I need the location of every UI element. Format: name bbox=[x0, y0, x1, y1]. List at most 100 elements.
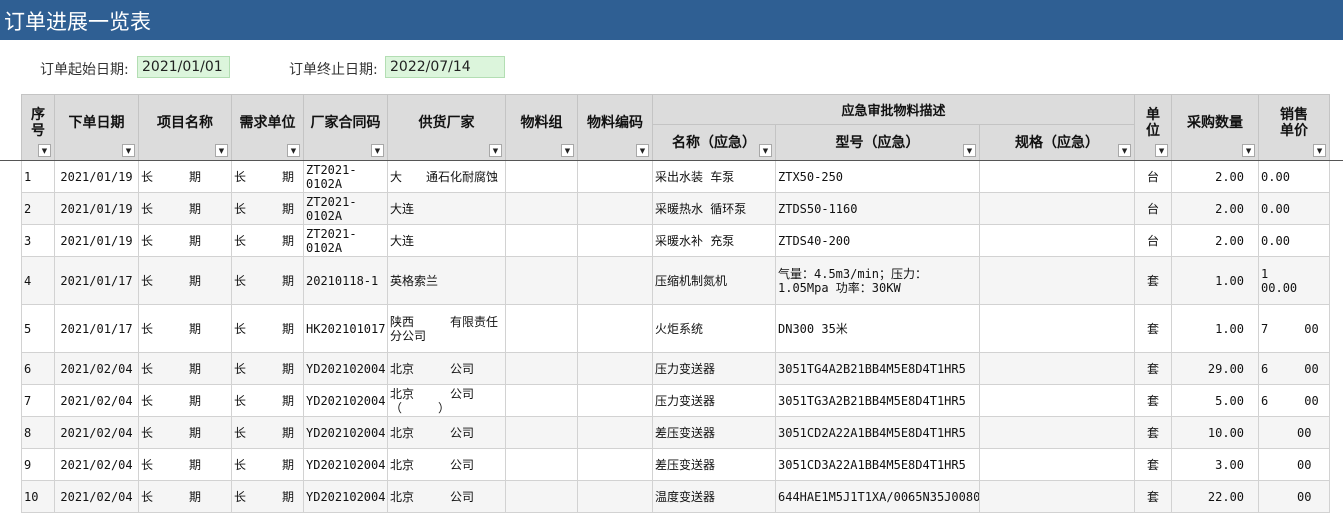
cell-contract[interactable]: YD202102004 bbox=[303, 480, 388, 513]
cell-seq[interactable]: 5 bbox=[21, 304, 55, 353]
cell-spec[interactable] bbox=[978, 480, 1136, 513]
cell-material-code[interactable] bbox=[577, 304, 653, 353]
cell-seq[interactable]: 6 bbox=[21, 352, 55, 385]
cell-name[interactable]: 差压变送器 bbox=[652, 448, 776, 481]
filter-dropdown-icon[interactable]: ▼ bbox=[963, 144, 976, 157]
cell-order-date[interactable]: 2021/01/17 bbox=[54, 256, 139, 305]
cell-order-date[interactable]: 2021/02/04 bbox=[54, 480, 139, 513]
cell-order-date[interactable]: 2021/01/19 bbox=[54, 224, 139, 257]
cell-model[interactable]: ZTDS50-1160 bbox=[775, 192, 980, 225]
cell-contract[interactable]: ZT2021-0102A bbox=[303, 160, 388, 193]
table-row[interactable]: 3 2021/01/19 长 期长 期 ZT2021-0102A 大连 采暖水补 充泵 ZT… bbox=[21, 224, 1331, 257]
table-row[interactable]: 2 2021/01/19 长 期长 期 ZT2021-0102A 大连 采暖热水 循环泵 Z… bbox=[21, 192, 1331, 225]
cell-price[interactable]: 6 00 bbox=[1258, 352, 1331, 385]
cell-material-code[interactable] bbox=[577, 384, 653, 417]
cell-unit[interactable]: 套 bbox=[1134, 416, 1173, 449]
cell-project[interactable]: 长 期 bbox=[138, 480, 232, 513]
cell-project[interactable]: 长 期 bbox=[138, 256, 232, 305]
cell-seq[interactable]: 7 bbox=[21, 384, 55, 417]
cell-order-date[interactable]: 2021/01/17 bbox=[54, 304, 139, 353]
cell-material-group[interactable] bbox=[505, 160, 578, 193]
cell-name[interactable]: 火炬系统 bbox=[652, 304, 776, 353]
cell-dept[interactable]: 长 期 bbox=[231, 160, 304, 193]
filter-dropdown-icon[interactable]: ▼ bbox=[287, 144, 300, 157]
cell-spec[interactable] bbox=[978, 352, 1136, 385]
cell-quantity[interactable]: 5.00 bbox=[1171, 384, 1260, 417]
filter-dropdown-icon[interactable]: ▼ bbox=[1155, 144, 1169, 157]
cell-project[interactable]: 长 期 bbox=[138, 192, 232, 225]
cell-supplier[interactable]: 北京 公司 bbox=[387, 448, 506, 481]
cell-dept[interactable]: 长 期 bbox=[231, 384, 304, 417]
table-row[interactable]: 7 2021/02/04 长 期长 期 YD202102004 北京 公司（ ）压力变送… bbox=[21, 384, 1331, 417]
cell-contract[interactable]: ZT2021-0102A bbox=[303, 224, 388, 257]
cell-material-code[interactable] bbox=[577, 416, 653, 449]
cell-supplier[interactable]: 英格索兰 bbox=[387, 256, 506, 305]
cell-price[interactable]: 00 bbox=[1258, 416, 1331, 449]
cell-model[interactable]: 3051CD2A22A1BB4M5E8D4T1HR5 bbox=[775, 416, 980, 449]
cell-unit[interactable]: 套 bbox=[1134, 352, 1173, 385]
cell-name[interactable]: 压力变送器 bbox=[652, 384, 776, 417]
cell-seq[interactable]: 3 bbox=[21, 224, 55, 257]
cell-material-code[interactable] bbox=[577, 480, 653, 513]
filter-dropdown-icon[interactable]: ▼ bbox=[489, 144, 502, 157]
cell-order-date[interactable]: 2021/02/04 bbox=[54, 352, 139, 385]
cell-material-code[interactable] bbox=[577, 256, 653, 305]
cell-material-code[interactable] bbox=[577, 192, 653, 225]
filter-dropdown-icon[interactable]: ▼ bbox=[38, 144, 51, 157]
table-row[interactable]: 1 2021/01/19 长 期长 期 ZT2021-0102A 大 通石化耐腐蚀 采出水… bbox=[21, 160, 1331, 193]
cell-price[interactable]: 7 00 bbox=[1258, 304, 1331, 353]
cell-unit[interactable]: 套 bbox=[1134, 304, 1173, 353]
cell-model[interactable]: 气量：4.5m3/min；压力：1.05Mpa 功率：30KW bbox=[775, 256, 980, 305]
cell-seq[interactable]: 8 bbox=[21, 416, 55, 449]
cell-contract[interactable]: YD202102004 bbox=[303, 352, 388, 385]
cell-dept[interactable]: 长 期 bbox=[231, 256, 304, 305]
cell-dept[interactable]: 长 期 bbox=[231, 192, 304, 225]
cell-order-date[interactable]: 2021/02/04 bbox=[54, 448, 139, 481]
cell-material-code[interactable] bbox=[577, 224, 653, 257]
cell-name[interactable]: 压力变送器 bbox=[652, 352, 776, 385]
cell-material-group[interactable] bbox=[505, 192, 578, 225]
cell-spec[interactable] bbox=[978, 256, 1136, 305]
filter-dropdown-icon[interactable]: ▼ bbox=[1313, 144, 1327, 157]
cell-order-date[interactable]: 2021/01/19 bbox=[54, 192, 139, 225]
cell-quantity[interactable]: 2.00 bbox=[1171, 224, 1260, 257]
cell-project[interactable]: 长 期 bbox=[138, 448, 232, 481]
cell-spec[interactable] bbox=[978, 160, 1136, 193]
cell-name[interactable]: 采出水装 车泵 bbox=[652, 160, 776, 193]
cell-contract[interactable]: YD202102004 bbox=[303, 384, 388, 417]
cell-order-date[interactable]: 2021/02/04 bbox=[54, 384, 139, 417]
cell-material-group[interactable] bbox=[505, 224, 578, 257]
cell-supplier[interactable]: 北京 公司（ ） bbox=[387, 384, 506, 417]
cell-seq[interactable]: 10 bbox=[21, 480, 55, 513]
cell-unit[interactable]: 台 bbox=[1134, 160, 1173, 193]
cell-price[interactable]: 1 00.00 bbox=[1258, 256, 1331, 305]
cell-price[interactable]: 00 bbox=[1258, 448, 1331, 481]
cell-unit[interactable]: 台 bbox=[1134, 224, 1173, 257]
cell-dept[interactable]: 长 期 bbox=[231, 416, 304, 449]
cell-price[interactable]: 0.00 bbox=[1258, 224, 1331, 257]
cell-quantity[interactable]: 1.00 bbox=[1171, 256, 1260, 305]
cell-supplier[interactable]: 北京 公司 bbox=[387, 480, 506, 513]
cell-spec[interactable] bbox=[978, 192, 1136, 225]
cell-spec[interactable] bbox=[978, 304, 1136, 353]
cell-quantity[interactable]: 29.00 bbox=[1171, 352, 1260, 385]
cell-material-code[interactable] bbox=[577, 160, 653, 193]
cell-quantity[interactable]: 10.00 bbox=[1171, 416, 1260, 449]
cell-price[interactable]: 6 00 bbox=[1258, 384, 1331, 417]
cell-price[interactable]: 0.00 bbox=[1258, 160, 1331, 193]
cell-price[interactable]: 0.00 bbox=[1258, 192, 1331, 225]
cell-quantity[interactable]: 3.00 bbox=[1171, 448, 1260, 481]
cell-supplier[interactable]: 大连 bbox=[387, 224, 506, 257]
table-row[interactable]: 8 2021/02/04 长 期长 期 YD202102004 北京 公司 差压变送器 30… bbox=[21, 416, 1331, 449]
cell-seq[interactable]: 9 bbox=[21, 448, 55, 481]
cell-material-group[interactable] bbox=[505, 256, 578, 305]
filter-dropdown-icon[interactable]: ▼ bbox=[561, 144, 574, 157]
cell-supplier[interactable]: 大连 bbox=[387, 192, 506, 225]
cell-project[interactable]: 长 期 bbox=[138, 384, 232, 417]
cell-quantity[interactable]: 22.00 bbox=[1171, 480, 1260, 513]
cell-quantity[interactable]: 2.00 bbox=[1171, 160, 1260, 193]
cell-material-group[interactable] bbox=[505, 480, 578, 513]
cell-seq[interactable]: 2 bbox=[21, 192, 55, 225]
cell-dept[interactable]: 长 期 bbox=[231, 480, 304, 513]
filter-dropdown-icon[interactable]: ▼ bbox=[122, 144, 135, 157]
